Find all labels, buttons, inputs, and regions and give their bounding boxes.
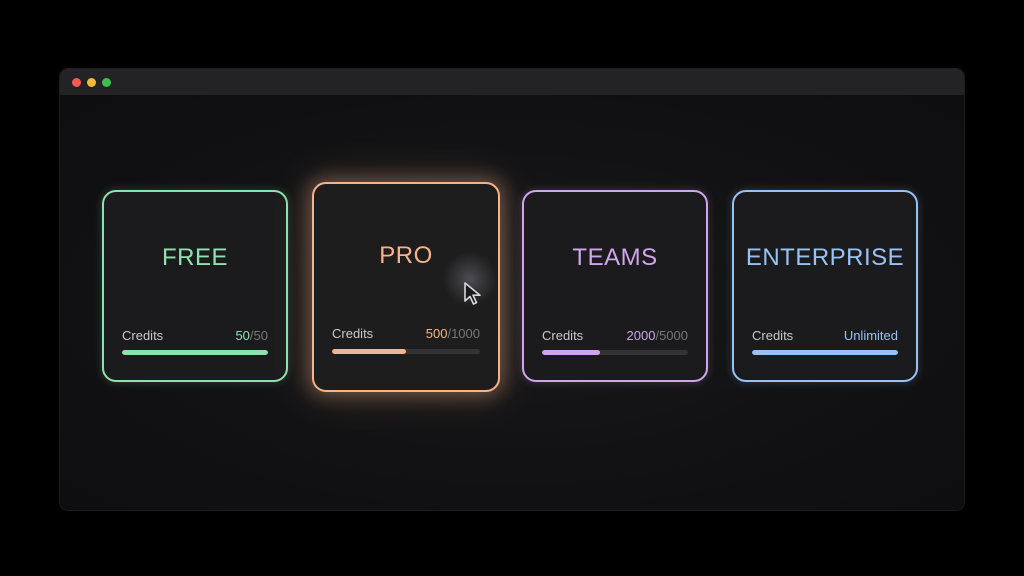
credits-progress-fill	[332, 349, 406, 354]
plan-card-free[interactable]: FREE Credits 50/50	[102, 190, 288, 382]
credits-used: 2000	[626, 328, 656, 343]
plan-name: PRO	[379, 242, 433, 269]
credits-progress-fill	[752, 350, 898, 355]
credits-used: 500	[425, 326, 448, 341]
app-window: FREE Credits 50/50 PRO Credits 500/1000	[60, 69, 964, 510]
credits-label: Credits	[332, 326, 374, 341]
minimize-button[interactable]	[87, 77, 96, 87]
credits-used: 50	[235, 328, 250, 343]
credits-label: Credits	[122, 328, 164, 343]
maximize-button[interactable]	[102, 77, 111, 87]
credits-row: Credits 500/1000	[332, 326, 480, 341]
credits-label: Credits	[542, 328, 584, 343]
credits-row: Credits 50/50	[122, 328, 268, 343]
plan-name: FREE	[161, 244, 228, 271]
credits-row: Credits 2000/5000	[542, 328, 688, 343]
credits-progress-bar	[752, 350, 898, 355]
credits-total: 5000	[659, 328, 688, 343]
plan-card-enterprise[interactable]: ENTERPRISE Credits Unlimited	[732, 190, 918, 382]
pricing-area: FREE Credits 50/50 PRO Credits 500/1000	[60, 95, 964, 510]
credits-progress-bar	[122, 350, 268, 355]
credits-total: 50	[253, 328, 268, 343]
credits-value: 50/50	[235, 328, 268, 343]
plan-card-teams[interactable]: TEAMS Credits 2000/5000	[522, 190, 708, 382]
plan-name: ENTERPRISE	[745, 244, 905, 271]
credits-progress-fill	[122, 350, 268, 355]
credits-progress-bar	[542, 350, 688, 355]
credits-value: 2000/5000	[627, 328, 688, 343]
credits-value: Unlimited	[844, 328, 898, 343]
plan-card-pro[interactable]: PRO Credits 500/1000	[312, 182, 500, 392]
close-button[interactable]	[72, 77, 81, 87]
credits-row: Credits Unlimited	[752, 328, 898, 343]
credits-value: 500/1000	[426, 326, 480, 341]
title-bar	[60, 69, 964, 95]
credits-label: Credits	[752, 328, 794, 343]
credits-used: Unlimited	[843, 328, 898, 343]
plan-name: TEAMS	[572, 244, 658, 271]
credits-progress-fill	[542, 350, 601, 355]
credits-progress-bar	[332, 349, 480, 354]
credits-total: 1000	[451, 326, 480, 341]
